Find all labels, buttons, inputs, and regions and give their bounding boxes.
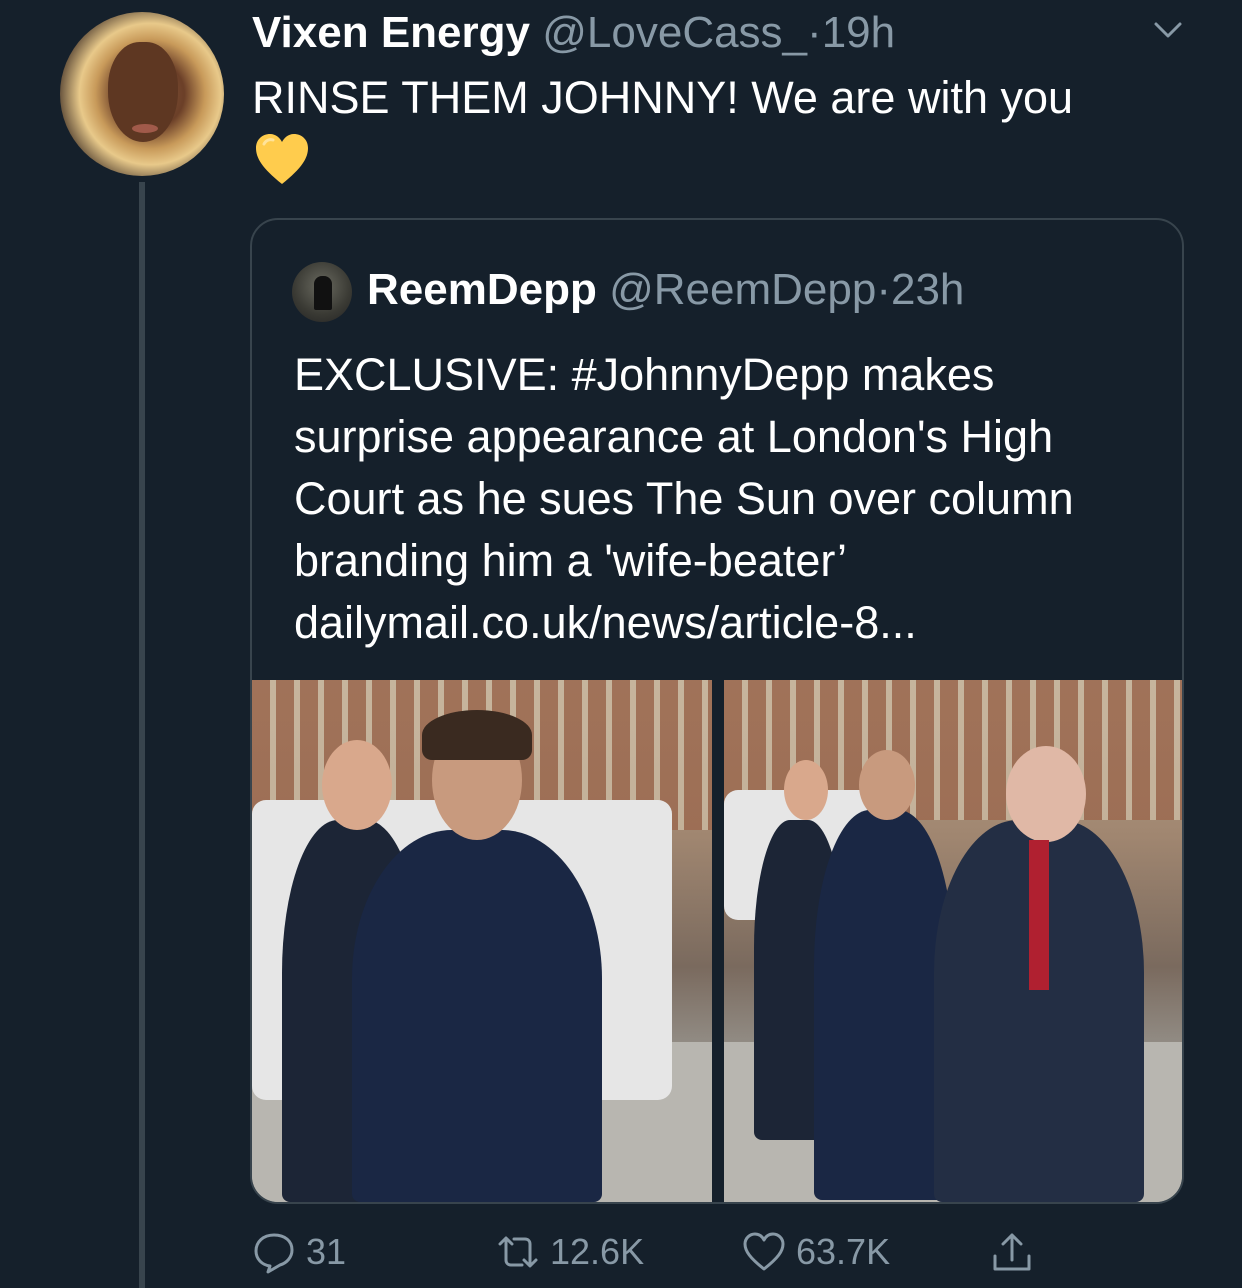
person-head bbox=[859, 750, 915, 820]
chevron-down-icon[interactable] bbox=[1150, 12, 1186, 48]
quoted-tweet-header: ReemDepp @ReemDepp·23h bbox=[367, 264, 964, 316]
hair bbox=[422, 710, 532, 760]
quoted-author-handle[interactable]: @ReemDepp bbox=[609, 265, 876, 314]
avatar-lips bbox=[132, 124, 158, 133]
person-head bbox=[322, 740, 392, 830]
reply-button[interactable]: 31 bbox=[252, 1222, 346, 1282]
like-button[interactable]: 63.7K bbox=[742, 1222, 890, 1282]
media-photo-2[interactable] bbox=[724, 680, 1182, 1202]
person bbox=[814, 810, 954, 1200]
author-avatar[interactable] bbox=[60, 12, 224, 176]
reply-icon bbox=[254, 1233, 294, 1274]
separator-dot: · bbox=[807, 8, 822, 57]
quoted-author-name[interactable]: ReemDepp bbox=[367, 265, 597, 314]
action-bar: 31 12.6K 63.7K bbox=[0, 1222, 1242, 1282]
quoted-author-avatar[interactable] bbox=[292, 262, 352, 322]
person-head bbox=[1006, 746, 1086, 842]
like-count: 63.7K bbox=[796, 1231, 891, 1272]
tweet-header: Vixen Energy @LoveCass_·19h bbox=[252, 8, 895, 58]
quoted-tweet[interactable]: ReemDepp @ReemDepp·23h EXCLUSIVE: #Johnn… bbox=[250, 218, 1184, 1204]
person-head bbox=[784, 760, 828, 820]
media-photo-1[interactable] bbox=[252, 680, 712, 1202]
quoted-tweet-time[interactable]: 23h bbox=[891, 265, 964, 314]
quoted-tweet-text: EXCLUSIVE: #JohnnyDepp makes surprise ap… bbox=[294, 349, 1074, 648]
heart-icon bbox=[743, 1232, 785, 1271]
retweet-icon bbox=[498, 1236, 538, 1268]
reply-count: 31 bbox=[306, 1231, 347, 1272]
retweet-button[interactable]: 12.6K bbox=[496, 1222, 644, 1282]
retweet-count: 12.6K bbox=[550, 1231, 645, 1272]
separator-dot: · bbox=[876, 265, 891, 314]
share-icon bbox=[993, 1233, 1031, 1271]
yellow-heart-emoji bbox=[256, 134, 308, 184]
thread-line bbox=[139, 182, 145, 1288]
person bbox=[352, 830, 602, 1202]
red-tie bbox=[1029, 840, 1049, 990]
media-grid bbox=[252, 680, 1182, 1202]
author-handle[interactable]: @LoveCass_ bbox=[542, 8, 807, 57]
author-name[interactable]: Vixen Energy bbox=[252, 8, 530, 57]
tweet-time[interactable]: 19h bbox=[822, 8, 895, 57]
share-button[interactable] bbox=[990, 1222, 1044, 1282]
avatar-figure bbox=[314, 276, 332, 310]
tweet-text: RINSE THEM JOHNNY! We are with you bbox=[252, 72, 1074, 123]
